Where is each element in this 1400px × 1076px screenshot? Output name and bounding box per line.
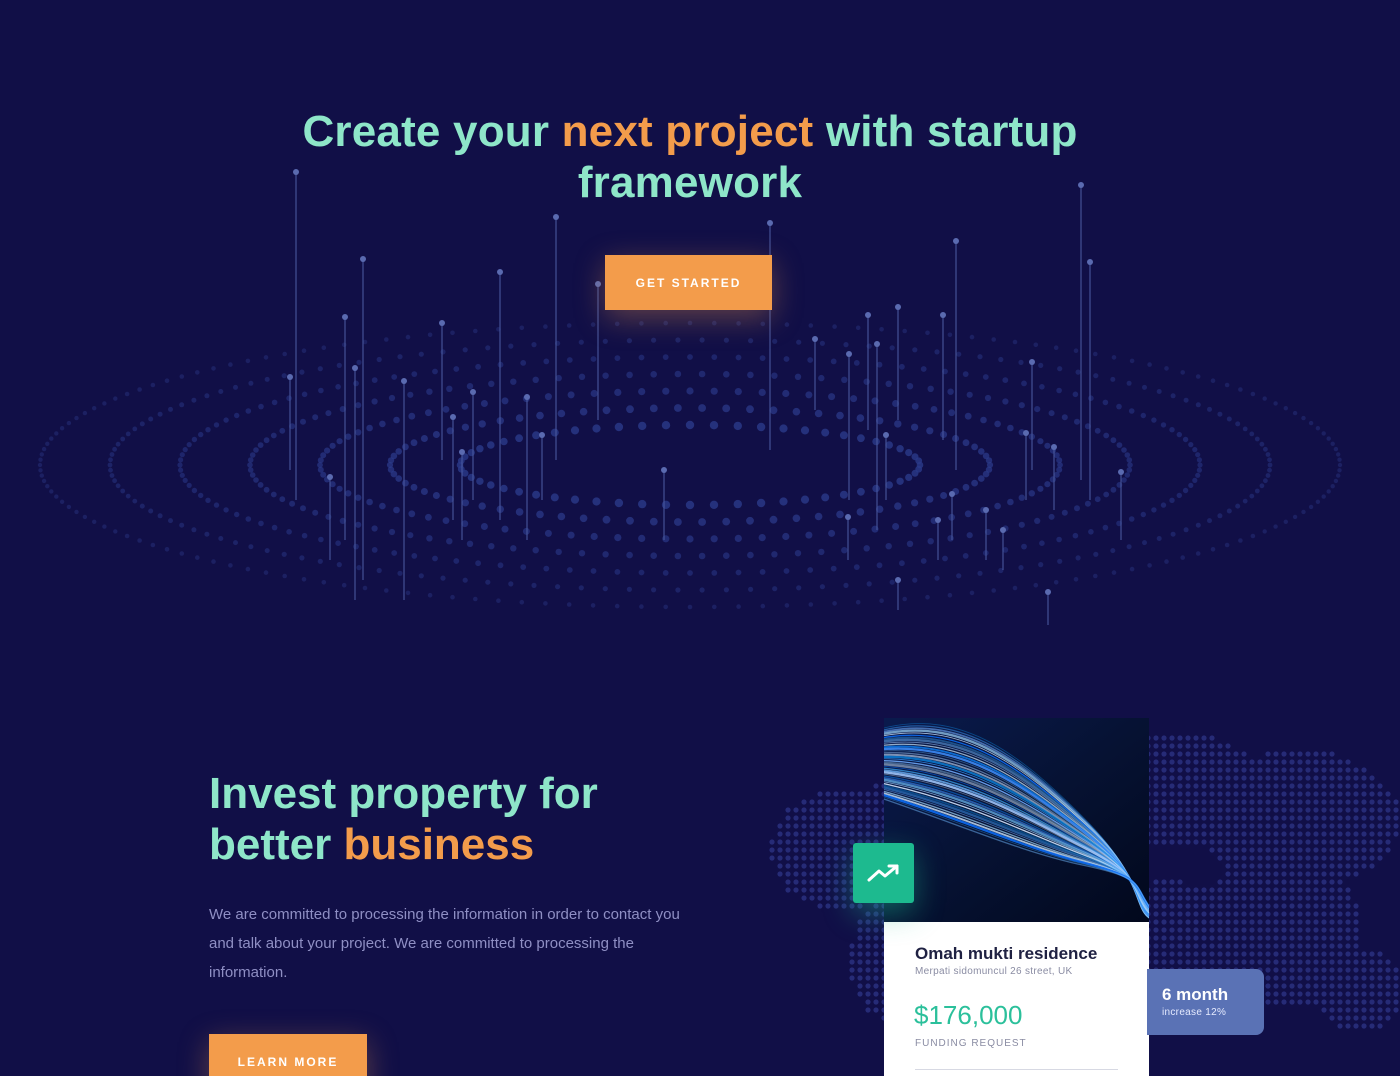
price-label: FUNDING REQUEST (915, 1038, 1027, 1049)
property-image (884, 718, 1149, 922)
invest-title: Invest property for better business (209, 768, 729, 870)
invest-description: We are committed to processing the infor… (209, 906, 680, 981)
hero-title-accent: next project (561, 107, 814, 156)
card-divider (915, 1069, 1118, 1070)
property-price: $176,000 (914, 1000, 1023, 1030)
property-name: Omah mukti residence (915, 944, 1098, 963)
duration-subtitle: increase 12% (1162, 1007, 1227, 1018)
property-card[interactable]: Omah mukti residence Merpati sidomuncul … (884, 718, 1149, 1076)
invest-title-accent: business (343, 820, 535, 869)
learn-more-button[interactable]: LEARN MORE (209, 1034, 367, 1076)
trending-up-icon (867, 864, 898, 882)
dotted-ring-graphic (37, 169, 1343, 625)
property-address: Merpati sidomuncul 26 street, UK (915, 966, 1073, 977)
trend-badge (853, 843, 914, 903)
duration-badge: 6 month increase 12% (1147, 969, 1264, 1035)
get-started-button[interactable]: GET STARTED (605, 255, 772, 310)
duration-title: 6 month (1162, 985, 1229, 1004)
hero-title-part1: Create your (302, 107, 562, 156)
